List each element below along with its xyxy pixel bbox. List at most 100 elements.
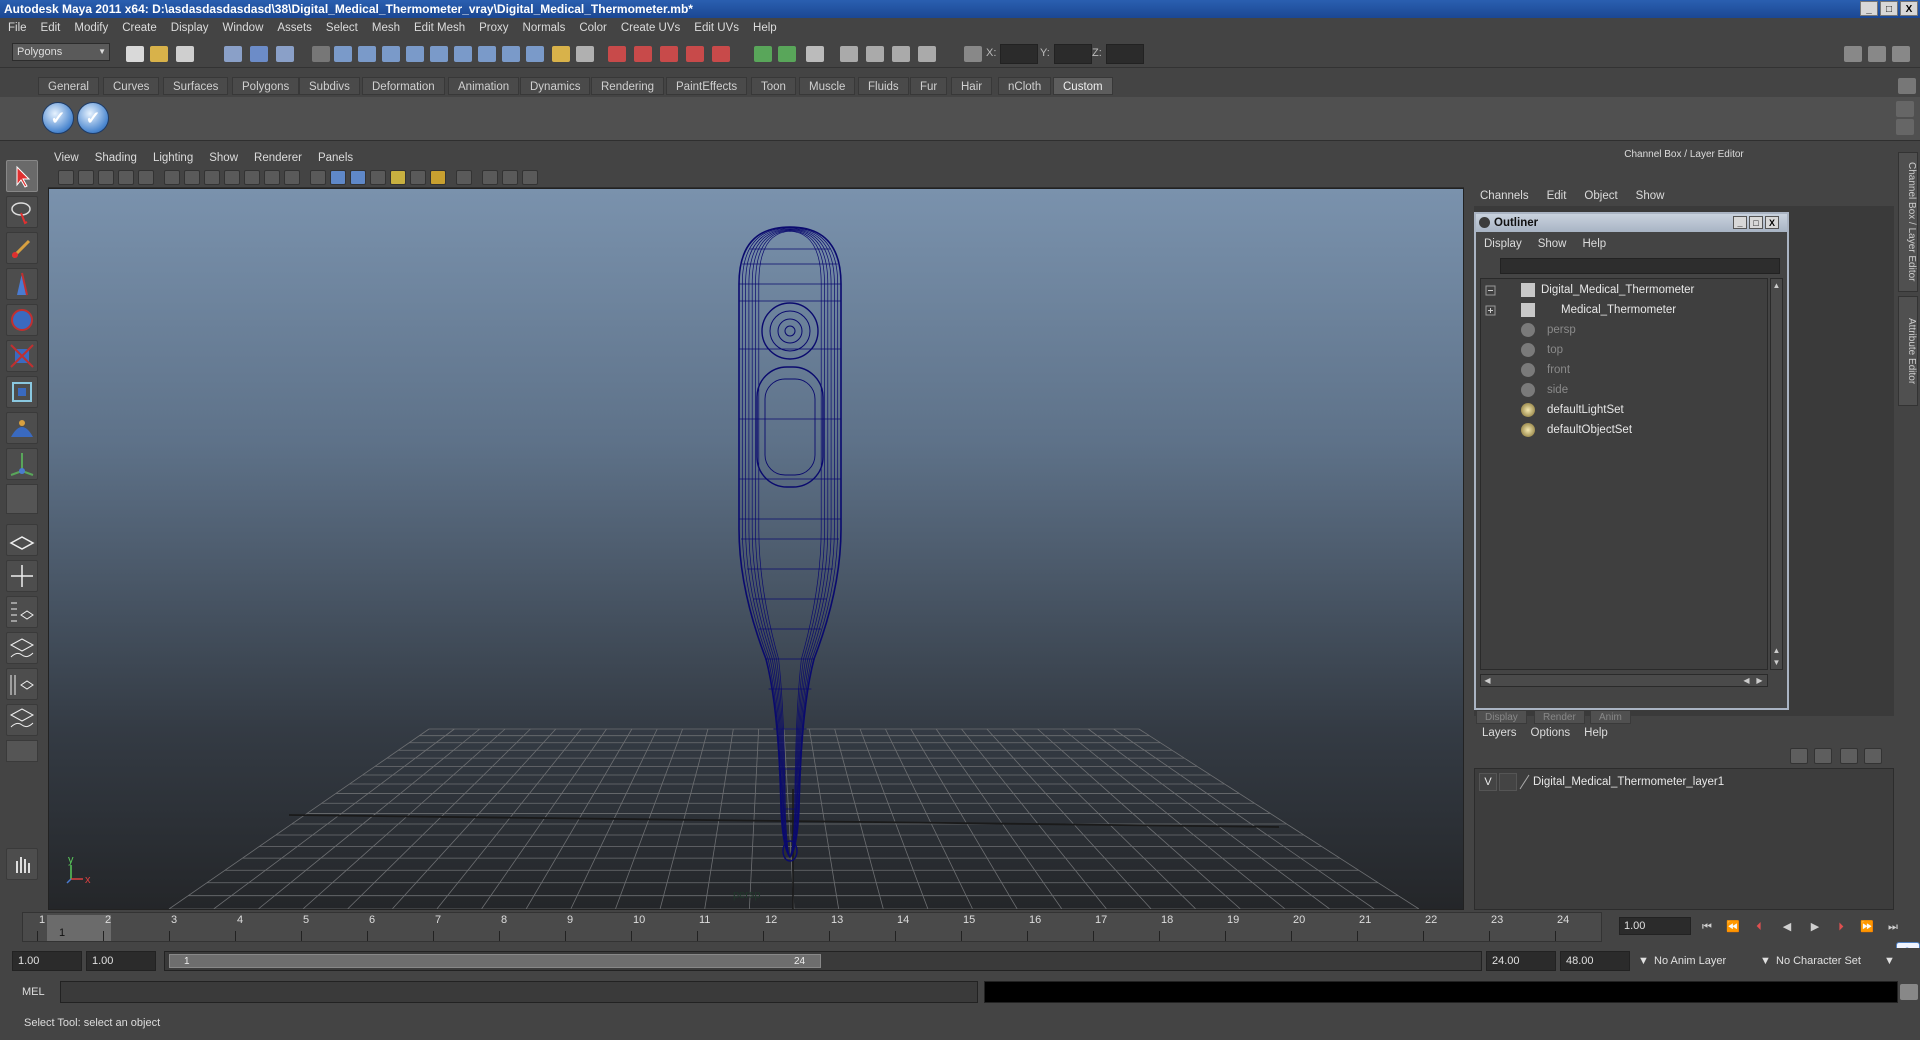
mask-dropdown-icon[interactable] xyxy=(312,46,330,62)
y-field[interactable] xyxy=(1054,44,1092,64)
field-chart-icon[interactable] xyxy=(244,170,260,185)
render-current-frame-icon[interactable] xyxy=(840,46,858,62)
layer-visibility-toggle[interactable]: V xyxy=(1479,773,1497,791)
default-lighting-icon[interactable] xyxy=(390,170,406,185)
menu-help[interactable]: Help xyxy=(753,22,777,34)
current-time-marker[interactable]: 1 xyxy=(47,915,111,941)
safe-title-icon[interactable] xyxy=(284,170,300,185)
lock-selection-icon[interactable] xyxy=(552,46,570,62)
scale-tool-icon[interactable] xyxy=(6,340,38,372)
expand-icon[interactable] xyxy=(1485,301,1499,319)
vp-menu-view[interactable]: View xyxy=(54,152,79,164)
outliner-filter-input[interactable] xyxy=(1500,258,1780,274)
layout-outliner-persp-icon[interactable] xyxy=(6,596,38,628)
chevron-down-icon[interactable]: ▼ xyxy=(1634,951,1649,971)
menu-select[interactable]: Select xyxy=(326,22,358,34)
shelf-tab-toon[interactable]: Toon xyxy=(751,77,796,95)
last-tool-slot[interactable] xyxy=(6,484,38,514)
isolate-select-icon[interactable] xyxy=(456,170,472,185)
start-time-field[interactable]: 1.00 xyxy=(12,951,82,971)
end-time-field[interactable]: 48.00 xyxy=(1560,951,1630,971)
shelf-check-button-1[interactable]: ✓ xyxy=(42,102,74,134)
grid-icon[interactable] xyxy=(164,170,180,185)
scroll-down-icon[interactable]: ▼ xyxy=(1771,657,1782,668)
film-gate-icon[interactable] xyxy=(184,170,200,185)
select-tool-icon[interactable] xyxy=(6,160,38,192)
vp-menu-panels[interactable]: Panels xyxy=(318,152,353,164)
two-d-pan-zoom-icon[interactable] xyxy=(138,170,154,185)
select-joints-icon[interactable] xyxy=(358,46,376,62)
question-icon[interactable] xyxy=(526,46,544,62)
playback-start-field[interactable]: 1.00 xyxy=(86,951,156,971)
range-slider-track[interactable]: 1 24 xyxy=(164,951,1482,971)
ipr-render-icon[interactable] xyxy=(866,46,884,62)
all-lights-icon[interactable] xyxy=(430,170,446,185)
camera-attributes-icon[interactable] xyxy=(78,170,94,185)
select-handles-icon[interactable] xyxy=(334,46,352,62)
show-attribute-editor-icon[interactable] xyxy=(1844,46,1862,62)
textured-icon[interactable] xyxy=(370,170,386,185)
cb-menu-channels[interactable]: Channels xyxy=(1480,190,1529,202)
scroll-up-icon[interactable]: ▲ xyxy=(1771,645,1782,656)
ol-menu-help[interactable]: Help xyxy=(1583,238,1607,250)
chevron-down-icon[interactable]: ▼ xyxy=(1756,951,1771,971)
go-to-end-icon[interactable]: ⏭ xyxy=(1882,918,1904,936)
make-live-icon[interactable] xyxy=(712,46,730,62)
shelf-tab-animation[interactable]: Animation xyxy=(448,77,520,95)
shelf-tab-rendering[interactable]: Rendering xyxy=(591,77,665,95)
character-set-dropdown[interactable]: No Character Set xyxy=(1772,951,1880,971)
snap-point-icon[interactable] xyxy=(660,46,678,62)
play-forwards-icon[interactable]: ▶ xyxy=(1804,918,1826,936)
cb-menu-edit[interactable]: Edit xyxy=(1547,190,1567,202)
gate-mask-icon[interactable] xyxy=(224,170,240,185)
menu-set-dropdown[interactable]: Polygons ▼ xyxy=(12,43,110,61)
vp-menu-show[interactable]: Show xyxy=(209,152,238,164)
select-deformations-icon[interactable] xyxy=(430,46,448,62)
menu-modify[interactable]: Modify xyxy=(74,22,108,34)
xray-icon[interactable] xyxy=(482,170,498,185)
shelf-tab-painteffects[interactable]: PaintEffects xyxy=(666,77,748,95)
hand-tool-icon[interactable] xyxy=(6,848,38,880)
menu-create[interactable]: Create xyxy=(122,22,157,34)
resolution-gate-icon[interactable] xyxy=(204,170,220,185)
menu-normals[interactable]: Normals xyxy=(523,22,566,34)
menu-proxy[interactable]: Proxy xyxy=(479,22,508,34)
outliner-title-bar[interactable]: Outliner _ □ X xyxy=(1476,214,1787,232)
menu-color[interactable]: Color xyxy=(579,22,606,34)
scroll-left-icon[interactable]: ◀ xyxy=(1741,675,1752,686)
step-forward-frame-icon[interactable]: ⏩ xyxy=(1856,918,1878,936)
cb-menu-object[interactable]: Object xyxy=(1584,190,1617,202)
time-slider-track[interactable]: 1 1 2 3 4 5 6 7 8 9 10 11 12 13 14 15 16 17 18 19 20 21 22 23 2… xyxy=(22,912,1602,942)
outliner-vertical-scrollbar[interactable]: ▲ ▲ ▼ xyxy=(1770,278,1783,670)
ol-menu-show[interactable]: Show xyxy=(1538,238,1567,250)
menu-edit[interactable]: Edit xyxy=(41,22,61,34)
outliner-item-default-object-set[interactable]: defaultObjectSet xyxy=(1521,421,1761,439)
layer-color-swatch[interactable] xyxy=(1519,773,1531,794)
shelf-tab-ncloth[interactable]: nCloth xyxy=(998,77,1052,95)
render-settings-icon[interactable] xyxy=(892,46,910,62)
show-tool-settings-icon[interactable] xyxy=(1868,46,1886,62)
perspective-viewport[interactable]: yx persp xyxy=(48,188,1464,910)
outliner-item-front[interactable]: front xyxy=(1521,361,1761,379)
soft-modification-tool-icon[interactable] xyxy=(6,412,38,444)
outliner-item-persp[interactable]: persp xyxy=(1521,321,1761,339)
highlight-selection-icon[interactable] xyxy=(576,46,594,62)
outliner-item-medical-thermometer[interactable]: Medical_Thermometer xyxy=(1521,301,1761,319)
input-ops-icon[interactable] xyxy=(754,46,772,62)
layout-options-slot[interactable] xyxy=(6,740,38,762)
construction-history-icon[interactable] xyxy=(806,46,824,62)
save-scene-icon[interactable] xyxy=(176,46,194,62)
lasso-tool-icon[interactable] xyxy=(6,196,38,228)
ol-menu-display[interactable]: Display xyxy=(1484,238,1522,250)
collapse-icon[interactable] xyxy=(1485,281,1499,299)
layer-display-type-toggle[interactable] xyxy=(1499,773,1517,791)
range-slider-bar[interactable]: 1 24 xyxy=(169,954,821,968)
layout-four-pane-icon[interactable] xyxy=(6,560,38,592)
command-input[interactable] xyxy=(60,981,978,1003)
outliner-minimize-button[interactable]: _ xyxy=(1733,216,1747,229)
anim-layer-dropdown[interactable]: No Anim Layer xyxy=(1650,951,1754,971)
image-plane-icon[interactable] xyxy=(118,170,134,185)
x-field[interactable] xyxy=(1000,44,1038,64)
smooth-shade-icon[interactable] xyxy=(330,170,346,185)
menu-window[interactable]: Window xyxy=(222,22,263,34)
